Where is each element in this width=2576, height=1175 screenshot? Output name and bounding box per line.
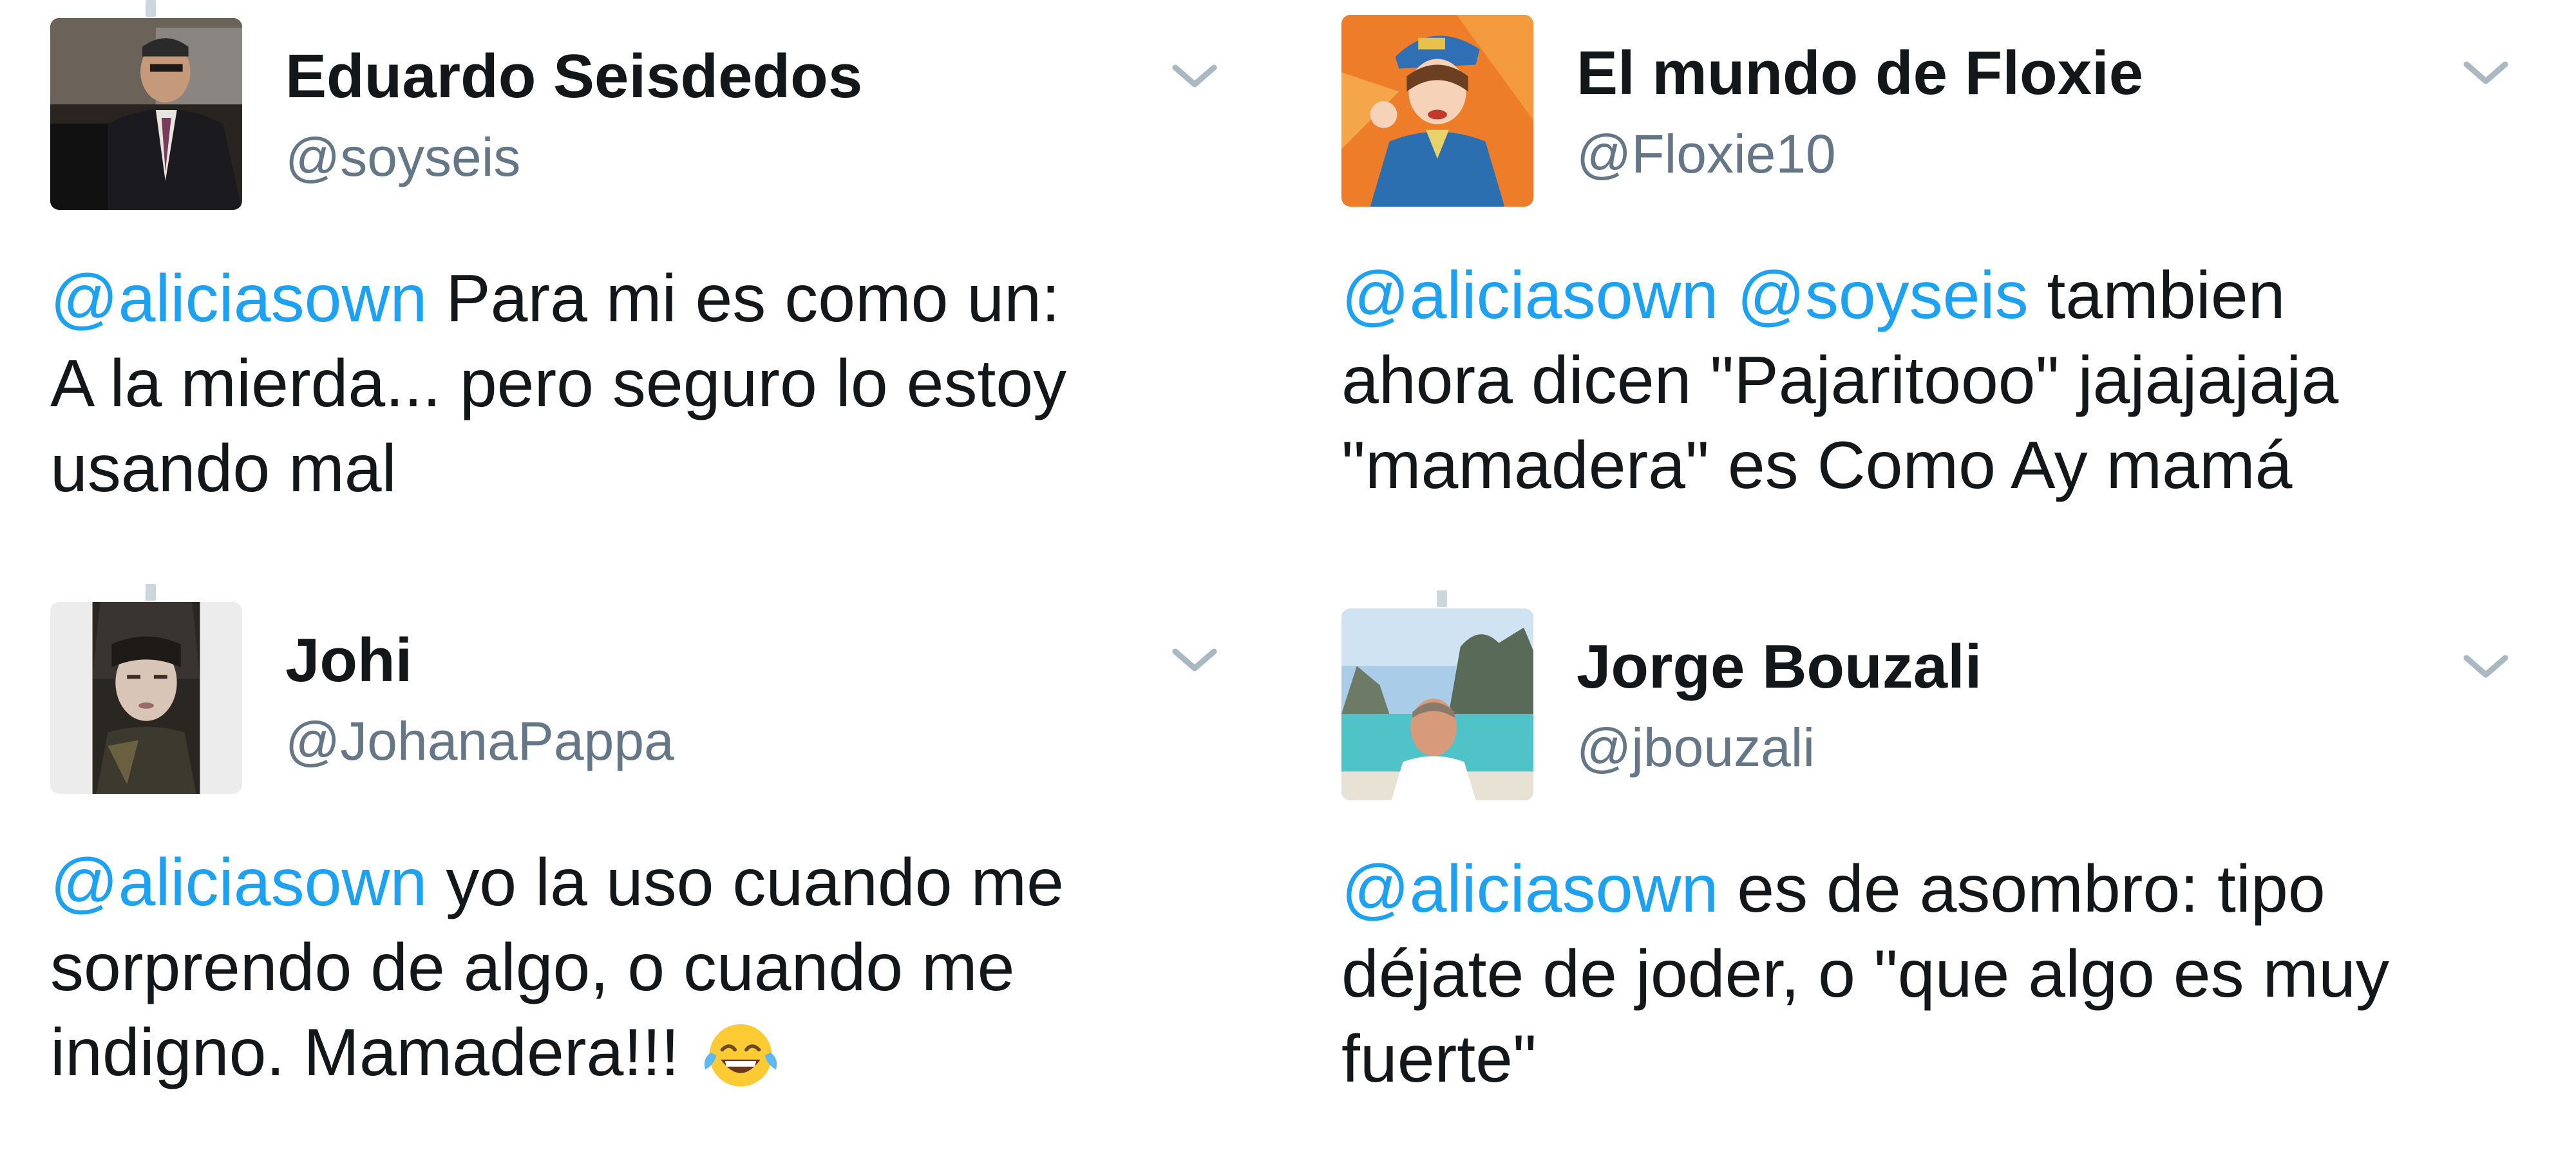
tweet-text-line: déjate de joder, o "que algo es muy bbox=[1341, 937, 2389, 1011]
mention-link[interactable]: @aliciasown bbox=[50, 261, 427, 336]
user-handle[interactable]: @JohanaPappa bbox=[285, 711, 674, 771]
mention-link[interactable]: @aliciasown bbox=[1341, 852, 1718, 926]
tweet-text-line: @aliciasown @soyseis tambien bbox=[1341, 253, 2526, 338]
tears-of-joy-emoji-icon bbox=[698, 1019, 783, 1091]
thread-connector bbox=[146, 584, 156, 601]
chevron-down-icon[interactable] bbox=[1166, 637, 1224, 682]
tweet-text-line: @aliciasown yo la uso cuando me bbox=[50, 840, 1235, 925]
tweet-text-line: A la mierda... pero seguro lo estoy bbox=[50, 346, 1067, 421]
tweet-text: @aliciasown yo la uso cuando me sorprend… bbox=[50, 840, 1235, 1095]
avatar[interactable] bbox=[1341, 15, 1533, 207]
tweet-text-line: "mamadera" es Como Ay mamá bbox=[1341, 428, 2293, 503]
avatar[interactable] bbox=[1341, 608, 1533, 800]
display-name[interactable]: El mundo de Floxie bbox=[1577, 39, 2143, 108]
tweet-text-segment: indigno. Mamadera!!! bbox=[50, 1015, 698, 1090]
user-handle[interactable]: @Floxie10 bbox=[1577, 124, 1836, 184]
chevron-down-icon[interactable] bbox=[2457, 644, 2515, 689]
tweet[interactable]: Johi @JohanaPappa @aliciasown yo la uso … bbox=[50, 584, 1261, 1169]
user-handle[interactable]: @soyseis bbox=[285, 127, 520, 187]
thread-connector bbox=[146, 0, 156, 17]
chevron-down-icon[interactable] bbox=[1166, 53, 1224, 99]
mention-link[interactable]: @aliciasown bbox=[1341, 258, 1718, 333]
display-name[interactable]: Jorge Bouzali bbox=[1577, 633, 1982, 701]
tweet-text-line: sorprendo de algo, o cuando me bbox=[50, 930, 1015, 1005]
chevron-down-icon[interactable] bbox=[2457, 50, 2515, 95]
tweet-text: @aliciasown @soyseis tambien ahora dicen… bbox=[1341, 253, 2526, 508]
tweet-text-line: fuerte" bbox=[1341, 1022, 1537, 1096]
tweet-text-line: usando mal bbox=[50, 431, 397, 506]
tweet-text-segment: tambien bbox=[2028, 258, 2286, 333]
tweet-text-line: indigno. Mamadera!!! bbox=[50, 1010, 1235, 1095]
mention-link[interactable]: @aliciasown bbox=[50, 845, 427, 920]
display-name[interactable]: Johi bbox=[285, 626, 412, 695]
tweet-text-segment: yo la uso cuando me bbox=[427, 845, 1064, 920]
avatar[interactable] bbox=[50, 602, 242, 794]
display-name[interactable]: Eduardo Seisdedos bbox=[285, 42, 862, 111]
avatar[interactable] bbox=[50, 18, 242, 210]
tweet[interactable]: Jorge Bouzali @jbouzali @aliciasown es d… bbox=[1341, 590, 2552, 1175]
tweet-text-line: @aliciasown Para mi es como un: bbox=[50, 256, 1235, 341]
tweet[interactable]: Eduardo Seisdedos @soyseis @aliciasown P… bbox=[50, 0, 1261, 585]
tweet[interactable]: El mundo de Floxie @Floxie10 @aliciasown… bbox=[1341, 15, 2552, 581]
tweet-text-segment: es de asombro: tipo bbox=[1718, 852, 2325, 926]
tweet-text-line: @aliciasown es de asombro: tipo bbox=[1341, 847, 2526, 932]
tweet-text-segment: Para mi es como un: bbox=[427, 261, 1060, 336]
tweet-text: @aliciasown es de asombro: tipo déjate d… bbox=[1341, 847, 2526, 1102]
tweet-text: @aliciasown Para mi es como un: A la mie… bbox=[50, 256, 1235, 511]
user-handle[interactable]: @jbouzali bbox=[1577, 718, 1815, 778]
mention-link[interactable]: @soyseis bbox=[1737, 258, 2028, 333]
thread-connector bbox=[1437, 590, 1447, 607]
tweet-text-line: ahora dicen "Pajaritooo" jajajajaja bbox=[1341, 343, 2339, 418]
